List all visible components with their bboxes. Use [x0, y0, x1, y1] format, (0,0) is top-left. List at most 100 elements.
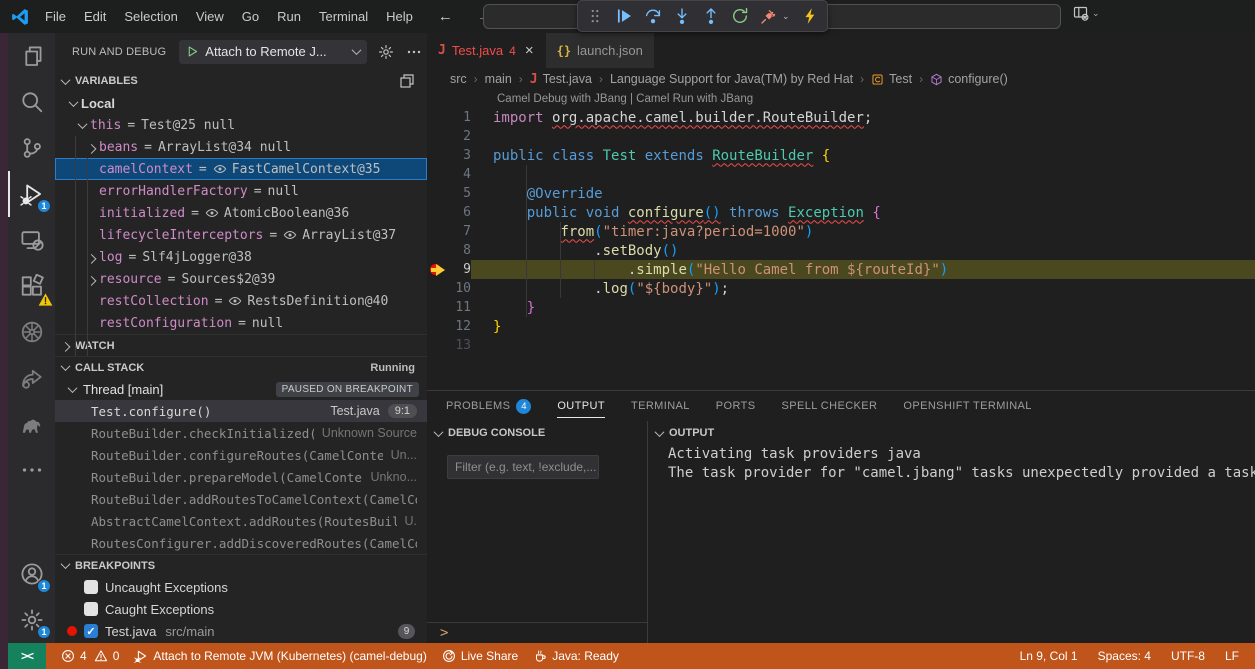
watch-section-header[interactable]: WATCH	[55, 334, 427, 356]
debug-console-input-row[interactable]: >	[427, 622, 647, 643]
panel-tab-problems[interactable]: PROBLEMS4	[446, 391, 531, 421]
gutter-margin[interactable]	[427, 127, 447, 146]
breadcrumb-item[interactable]: src	[450, 72, 467, 86]
code-line[interactable]: 6 public void configure() throws Excepti…	[427, 203, 1255, 222]
code-line[interactable]: 9 .simple("Hello Camel from ${routeId}")	[427, 260, 1255, 279]
activity-accounts[interactable]: 1	[8, 551, 55, 597]
status-item-debug[interactable]: Attach to Remote JVM (Kubernetes) (camel…	[134, 649, 426, 663]
stack-frame[interactable]: RouteBuilder.prepareModel(CamelContext)U…	[55, 466, 427, 488]
panel-tab-openshift-terminal[interactable]: OPENSHIFT TERMINAL	[903, 391, 1031, 421]
back-arrow-icon[interactable]: ←	[438, 8, 453, 25]
activity-search[interactable]	[8, 79, 55, 125]
status-item-live-share[interactable]: Live Share	[442, 649, 518, 663]
menu-run[interactable]: Run	[268, 0, 310, 33]
step-out-icon[interactable]	[702, 7, 720, 25]
code-line[interactable]: 1import org.apache.camel.builder.RouteBu…	[427, 108, 1255, 127]
variable-row[interactable]: this=Test@25 null	[55, 114, 427, 136]
variable-row[interactable]: resource=Sources$2@39	[55, 268, 427, 290]
step-over-icon[interactable]	[644, 7, 662, 25]
gutter-margin[interactable]	[427, 336, 447, 355]
start-debug-icon[interactable]	[186, 45, 199, 58]
stack-frame[interactable]: RouteBuilder.addRoutesToCamelContext(Cam…	[55, 488, 427, 510]
debug-console-filter-input[interactable]: Filter (e.g. text, !exclude,...	[447, 455, 599, 479]
gutter-margin[interactable]	[427, 108, 447, 127]
drag-grip-icon[interactable]	[586, 7, 604, 25]
variable-row[interactable]: restConfiguration=null	[55, 312, 427, 334]
variable-row[interactable]: initialized=AtomicBoolean@36	[55, 202, 427, 224]
breakpoint-row[interactable]: Caught Exceptions	[55, 598, 427, 620]
variable-row[interactable]: camelContext=FastCamelContext@35	[55, 158, 427, 180]
code-line[interactable]: 4	[427, 165, 1255, 184]
stack-frame[interactable]: RoutesConfigurer.addDiscoveredRoutes(Cam…	[55, 532, 427, 554]
menu-selection[interactable]: Selection	[115, 0, 186, 33]
stack-frame[interactable]: RouteBuilder.configureRoutes(CamelContex…	[55, 444, 427, 466]
disconnect-icon[interactable]	[760, 7, 778, 25]
debug-console-header[interactable]: DEBUG CONSOLE	[427, 421, 647, 445]
menu-go[interactable]: Go	[233, 0, 268, 33]
variable-row[interactable]: restCollection=RestsDefinition@40	[55, 290, 427, 312]
checkbox[interactable]: ✓	[84, 624, 98, 638]
panel-tab-ports[interactable]: PORTS	[716, 391, 756, 421]
hot-code-replace-icon[interactable]	[801, 7, 819, 25]
activity-extensions[interactable]	[8, 263, 55, 309]
menu-edit[interactable]: Edit	[75, 0, 115, 33]
breakpoint-row[interactable]: Uncaught Exceptions	[55, 576, 427, 598]
breadcrumb-item[interactable]: Test.java	[543, 72, 592, 86]
panel-tab-terminal[interactable]: TERMINAL	[631, 391, 690, 421]
variable-row[interactable]: Local	[55, 92, 427, 114]
open-view-icon[interactable]	[399, 73, 427, 89]
variable-row[interactable]: log=Slf4jLogger@38	[55, 246, 427, 268]
menu-file[interactable]: File	[36, 0, 75, 33]
activity-camel[interactable]	[8, 401, 55, 447]
call-stack-section-header[interactable]: CALL STACK Running	[55, 356, 427, 378]
debug-settings-gear-icon[interactable]	[378, 44, 394, 60]
panel-tab-spell-checker[interactable]: SPELL CHECKER	[782, 391, 878, 421]
more-actions-icon[interactable]	[406, 44, 422, 60]
activity-kubernetes[interactable]	[8, 309, 55, 355]
activity-more[interactable]	[8, 447, 55, 493]
stack-frame[interactable]: AbstractCamelContext.addRoutes(RoutesBui…	[55, 510, 427, 532]
code-line[interactable]: 8 .setBody()	[427, 241, 1255, 260]
tab-launch.json[interactable]: {}launch.json	[546, 33, 655, 68]
code-line[interactable]: 7 from("timer:java?period=1000")	[427, 222, 1255, 241]
status-item-error[interactable]: 4	[61, 649, 87, 663]
gutter-margin[interactable]	[427, 241, 447, 260]
activity-settings[interactable]: 1	[8, 597, 55, 643]
step-into-icon[interactable]	[673, 7, 691, 25]
activity-source-control[interactable]	[8, 125, 55, 171]
gutter-margin[interactable]	[427, 222, 447, 241]
breadcrumb-item[interactable]: main	[485, 72, 512, 86]
status-right-item[interactable]: LF	[1225, 649, 1239, 663]
code-line[interactable]: 11 }	[427, 298, 1255, 317]
status-right-item[interactable]: Ln 9, Col 1	[1020, 649, 1078, 663]
launch-config-dropdown[interactable]: Attach to Remote J...	[179, 40, 367, 64]
codelens-links[interactable]: Camel Debug with JBang | Camel Run with …	[427, 90, 1255, 108]
thread-row[interactable]: Thread [main] PAUSED ON BREAKPOINT	[55, 378, 427, 400]
gutter-margin[interactable]	[427, 317, 447, 336]
gutter-margin[interactable]	[427, 184, 447, 203]
breadcrumb-item[interactable]: Language Support for Java(TM) by Red Hat	[610, 72, 853, 86]
code-line[interactable]: 12}	[427, 317, 1255, 336]
breadcrumb-item[interactable]: Test	[889, 72, 912, 86]
variables-section-header[interactable]: VARIABLES	[55, 70, 427, 92]
close-icon[interactable]: ×	[525, 42, 534, 59]
gutter-margin[interactable]	[427, 146, 447, 165]
gutter-margin[interactable]	[427, 298, 447, 317]
status-item-warning[interactable]: 0	[94, 649, 120, 663]
restart-icon[interactable]	[731, 7, 749, 25]
continue-icon[interactable]	[615, 7, 633, 25]
stack-frame[interactable]: Test.configure()Test.java9:1	[55, 400, 427, 422]
gutter-margin[interactable]	[427, 165, 447, 184]
output-header[interactable]: OUTPUT	[648, 421, 1255, 445]
remote-indicator[interactable]: ><	[8, 643, 46, 669]
menu-terminal[interactable]: Terminal	[310, 0, 377, 33]
activity-remote-explorer[interactable]	[8, 217, 55, 263]
gutter-margin[interactable]	[427, 279, 447, 298]
code-line[interactable]: 3public class Test extends RouteBuilder …	[427, 146, 1255, 165]
variable-row[interactable]: errorHandlerFactory=null	[55, 180, 427, 202]
tab-Test.java[interactable]: JTest.java4×	[427, 33, 546, 68]
breakpoints-section-header[interactable]: BREAKPOINTS	[55, 554, 427, 576]
checkbox[interactable]	[84, 580, 98, 594]
activity-explorer[interactable]	[8, 33, 55, 79]
status-right-item[interactable]: UTF-8	[1171, 649, 1205, 663]
